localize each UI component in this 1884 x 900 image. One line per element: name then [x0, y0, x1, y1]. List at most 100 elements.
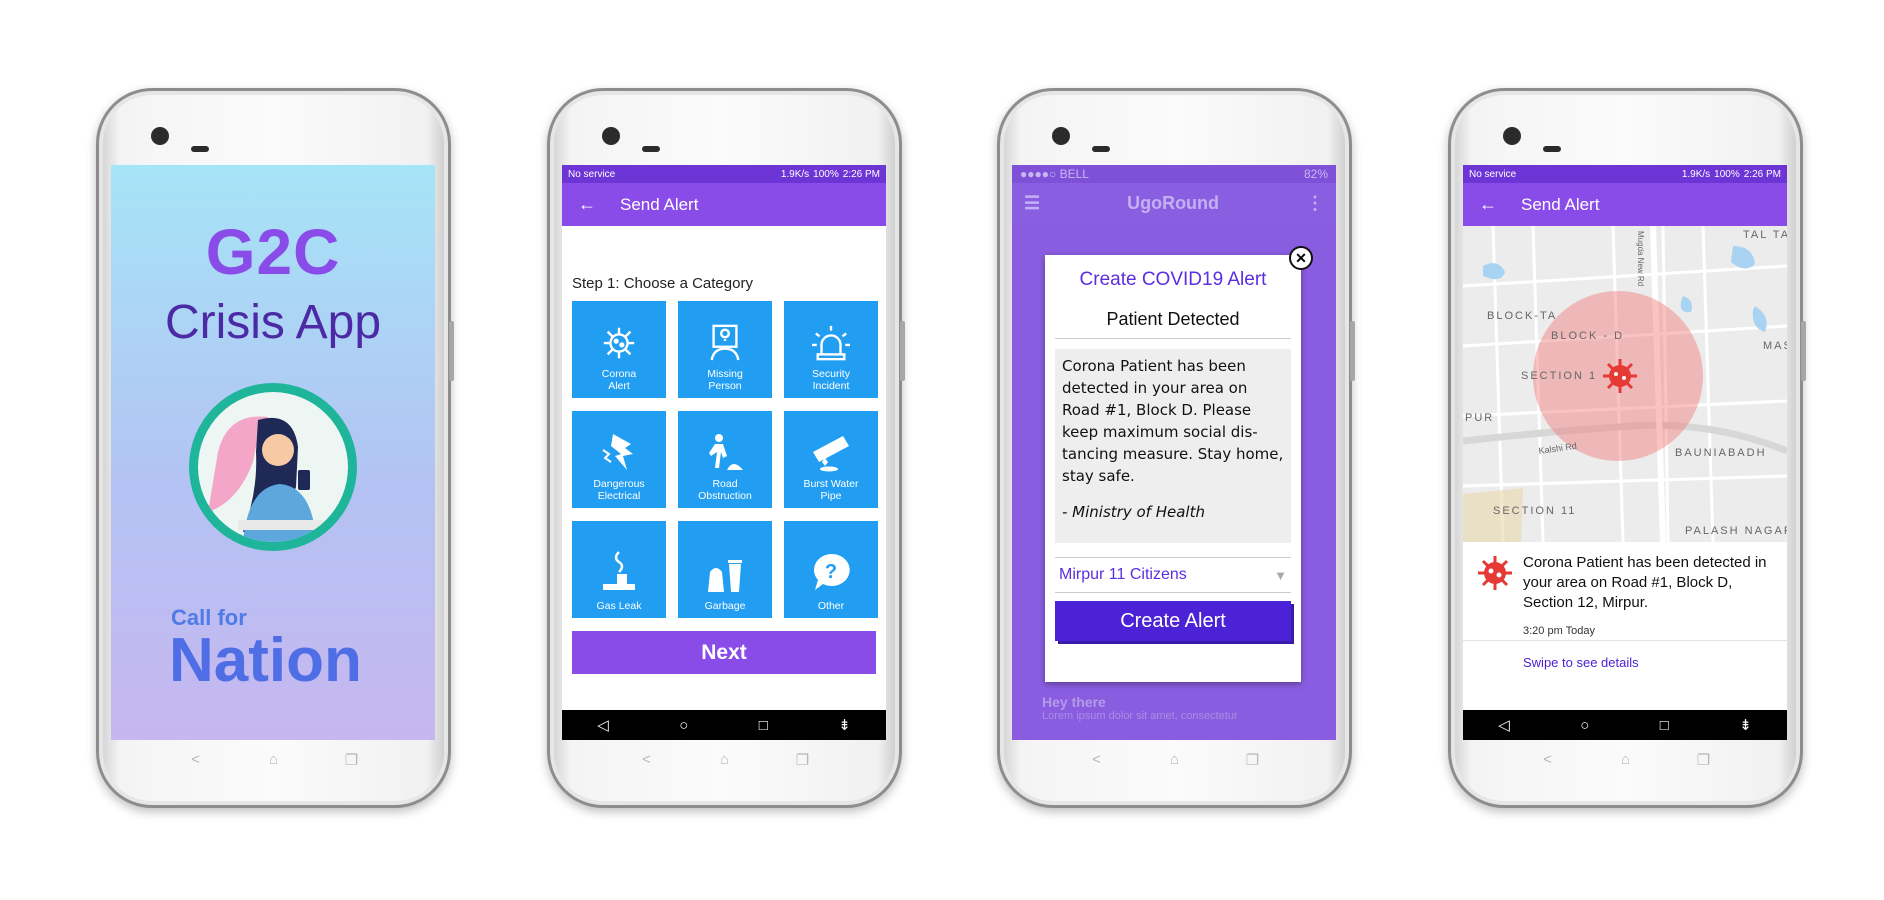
create-alert-button[interactable]: Create Alert [1055, 601, 1291, 641]
earpiece [1092, 146, 1110, 152]
close-icon[interactable]: ✕ [1289, 246, 1313, 270]
tile-label: Person [708, 380, 742, 392]
phone-splash: G2C Crisis App Call for Nation < ⌂ ❐ [96, 88, 454, 808]
recents-icon[interactable]: ❐ [1246, 751, 1260, 769]
phone-create-alert: ●●●●○ BELL 82% ☰ UgoRound ⋮ Hey there Lo… [997, 88, 1355, 808]
recents-icon[interactable]: □ [1660, 717, 1669, 734]
back-icon[interactable]: ◁ [1498, 716, 1510, 734]
alert-message-field[interactable]: Corona Patient has been detected in your… [1055, 349, 1291, 543]
status-battery: 100% [813, 168, 839, 180]
power-button [449, 321, 454, 381]
recents-icon[interactable]: □ [759, 717, 768, 734]
category-gas-leak[interactable]: Gas Leak [572, 521, 666, 618]
back-icon[interactable]: < [640, 751, 654, 769]
siren-icon [812, 325, 850, 361]
back-icon[interactable]: < [1541, 751, 1555, 769]
feed-body: Lorem ipsum dolor sit amet, consectetur [1042, 710, 1238, 722]
splash-screen: G2C Crisis App Call for Nation [111, 165, 435, 740]
notification-pull-icon[interactable]: ⇟ [838, 716, 851, 734]
back-icon[interactable]: < [1090, 751, 1104, 769]
status-speed: 1.9K/s [780, 168, 810, 180]
status-battery: 82% [1303, 167, 1328, 181]
hardware-nav-bar: < ⌂ ❐ [1000, 751, 1349, 769]
status-speed: 1.9K/s [1681, 168, 1711, 180]
hardware-nav-bar: < ⌂ ❐ [99, 751, 448, 769]
dropdown-triangle-icon: ▼ [1274, 567, 1287, 583]
power-button [1801, 321, 1806, 381]
category-garbage[interactable]: Garbage [678, 521, 772, 618]
category-other[interactable]: ? Other [784, 521, 878, 618]
home-icon[interactable]: ○ [1580, 717, 1589, 734]
alert-map-screen: No service 1.9K/s 100% 2:26 PM ← Send Al… [1463, 165, 1787, 740]
front-camera [1052, 127, 1070, 145]
alert-notification-card[interactable]: Corona Patient has been detected in your… [1463, 545, 1787, 641]
question-icon: ? [814, 553, 850, 590]
app-bar-title: Send Alert [620, 194, 699, 214]
swipe-details-link[interactable]: Swipe to see details [1463, 640, 1787, 670]
virus-icon [603, 327, 635, 359]
map-label: TAL TA [1743, 229, 1787, 241]
tile-label: Pipe [820, 490, 842, 502]
road-work-icon [709, 434, 743, 470]
tile-label: Road [712, 478, 738, 490]
tile-label: Garbage [704, 600, 746, 612]
status-time: 2:26 PM [1743, 168, 1781, 180]
power-button [1350, 321, 1355, 381]
app-subtitle: Crisis App [164, 296, 382, 349]
recents-icon[interactable]: ❐ [796, 751, 810, 769]
back-arrow-icon[interactable]: ← [578, 194, 596, 215]
system-nav-bar: ◁ ○ □ ⇟ [562, 710, 886, 740]
earpiece [642, 146, 660, 152]
alert-map[interactable]: TAL TA BLOCK-TA BLOCK - D SECTION 1 MAST… [1463, 226, 1787, 542]
earpiece [191, 146, 209, 152]
map-label: BLOCK - D [1551, 330, 1624, 342]
dialog-title: Create COVID19 Alert [1079, 269, 1267, 290]
map-label: MAST [1763, 340, 1787, 352]
create-alert-screen: ●●●●○ BELL 82% ☰ UgoRound ⋮ Hey there Lo… [1012, 165, 1336, 740]
tile-label: Other [817, 600, 845, 612]
next-button[interactable]: Next [572, 631, 876, 674]
category-grid: Corona Alert Missing Person Security Inc… [572, 301, 878, 618]
tile-label: Alert [608, 380, 630, 392]
back-arrow-icon[interactable]: ← [1479, 194, 1497, 215]
front-camera [1503, 127, 1521, 145]
home-icon[interactable]: ⌂ [1168, 751, 1182, 769]
home-icon[interactable]: ○ [679, 717, 688, 734]
map-label: SECTION 11 [1493, 505, 1576, 517]
recents-icon[interactable]: ❐ [1697, 751, 1711, 769]
category-road-obstruction[interactable]: Road Obstruction [678, 411, 772, 508]
virus-marker-icon[interactable] [1603, 359, 1637, 393]
map-road-label: Mugda New Rd [1636, 231, 1645, 286]
woman-with-phone-illustration [189, 383, 357, 551]
map-label: BAUNIABADH [1675, 447, 1767, 459]
status-battery: 100% [1714, 168, 1740, 180]
back-icon[interactable]: < [189, 751, 203, 769]
back-icon[interactable]: ◁ [597, 716, 609, 734]
category-corona-alert[interactable]: Corona Alert [572, 301, 666, 398]
electric-shock-icon [602, 434, 633, 470]
audience-select[interactable]: Mirpur 11 Citizens ▼ [1055, 557, 1291, 593]
burst-pipe-icon [813, 436, 849, 472]
recents-icon[interactable]: ❐ [345, 751, 359, 769]
category-burst-water-pipe[interactable]: Burst Water Pipe [784, 411, 878, 508]
alert-signature: - Ministry of Health [1062, 503, 1205, 521]
feed-heading: Hey there [1042, 694, 1106, 710]
step-label: Step 1: Choose a Category [572, 275, 753, 292]
category-security-incident[interactable]: Security Incident [784, 301, 878, 398]
add-user-icon[interactable]: ⋮ [1306, 193, 1324, 214]
tile-label: Burst Water [803, 478, 859, 490]
front-camera [602, 127, 620, 145]
garbage-icon [708, 560, 742, 592]
status-bar: ●●●●○ BELL 82% [1012, 165, 1336, 183]
category-dangerous-electrical[interactable]: Dangerous Electrical [572, 411, 666, 508]
hardware-nav-bar: < ⌂ ❐ [550, 751, 899, 769]
home-icon[interactable]: ⌂ [267, 751, 281, 769]
virus-alert-icon [1478, 556, 1512, 590]
category-missing-person[interactable]: Missing Person [678, 301, 772, 398]
home-icon[interactable]: ⌂ [1619, 751, 1633, 769]
notification-pull-icon[interactable]: ⇟ [1739, 716, 1752, 734]
earpiece [1543, 146, 1561, 152]
hamburger-menu-icon[interactable]: ☰ [1024, 193, 1040, 214]
category-screen: No service 1.9K/s 100% 2:26 PM ← Send Al… [562, 165, 886, 740]
home-icon[interactable]: ⌂ [718, 751, 732, 769]
